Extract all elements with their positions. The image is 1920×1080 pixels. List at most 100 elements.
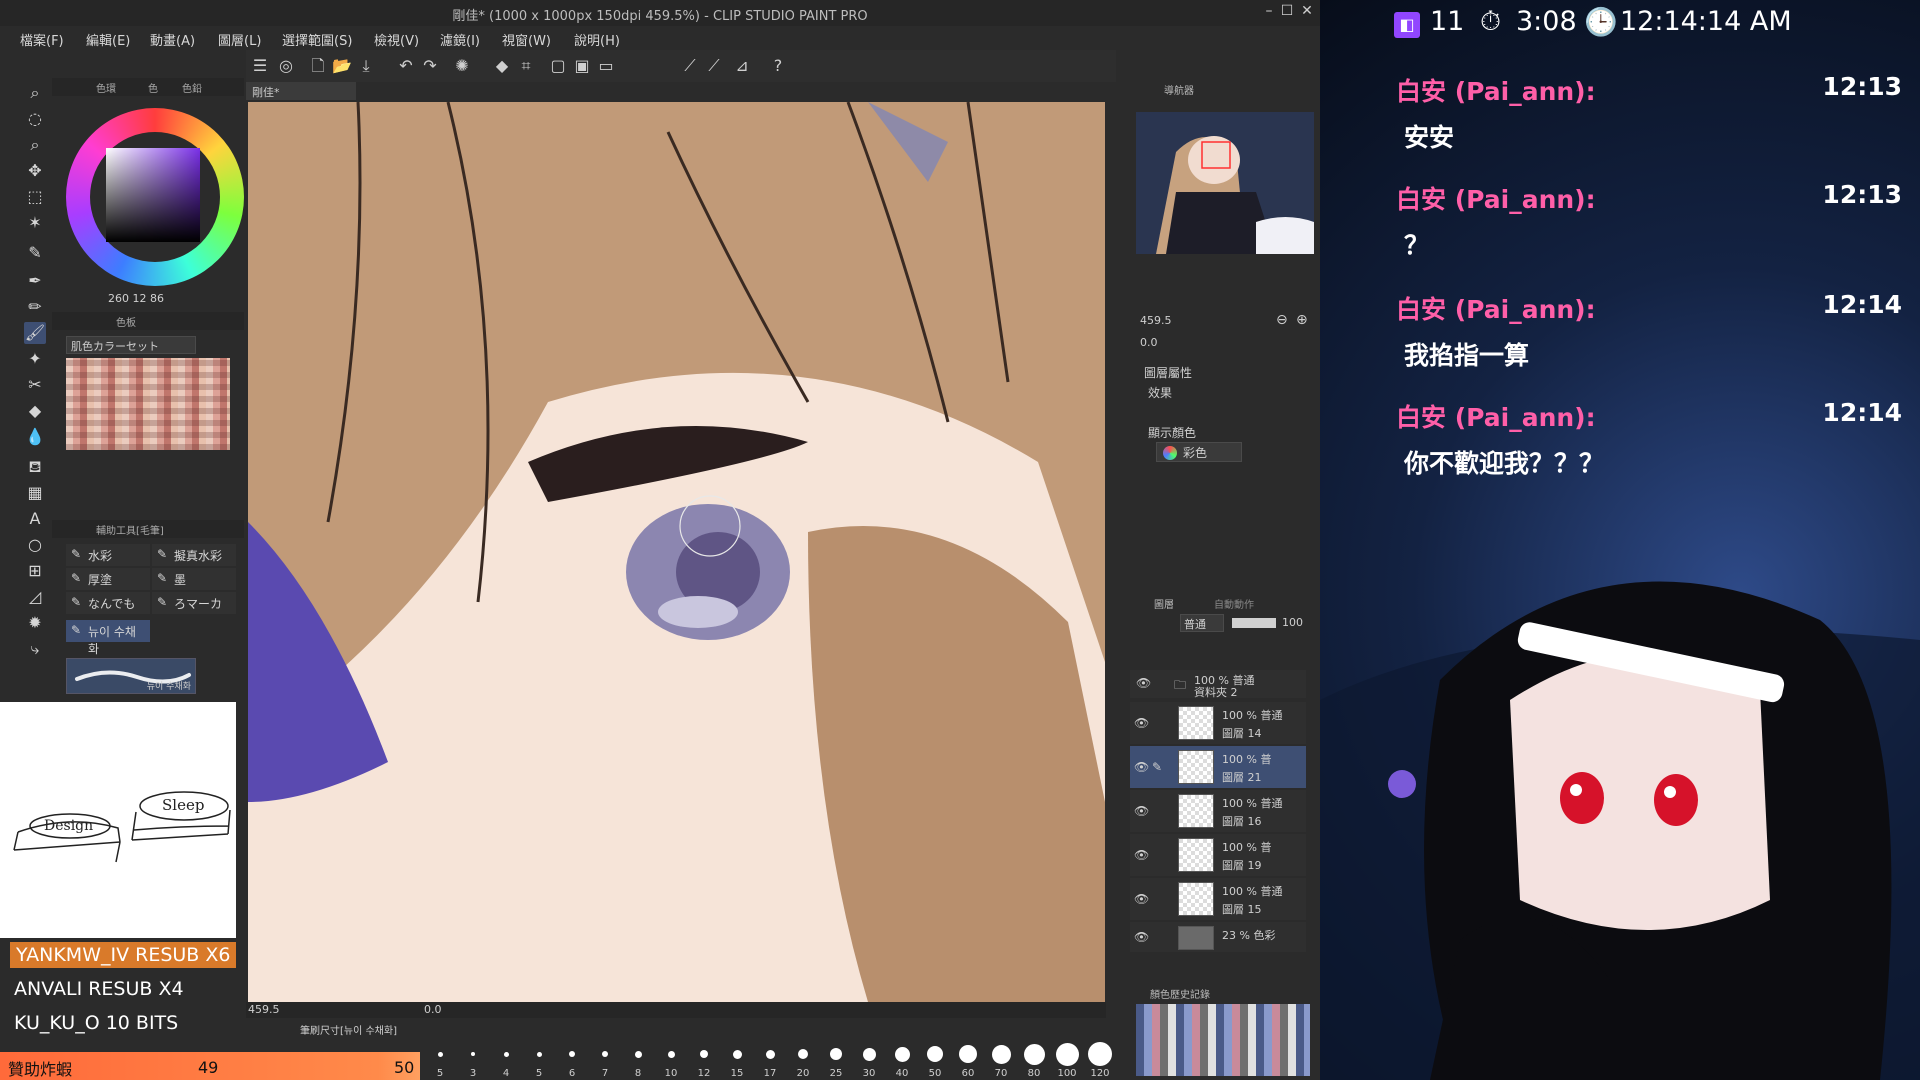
pen-tool-icon[interactable]: ✒ [24, 270, 46, 292]
subtool-ink[interactable]: ✎ 墨 [152, 568, 236, 590]
zoom-in-icon[interactable]: ⊕ [1296, 312, 1308, 328]
gradient-tool-icon[interactable]: ▦ [24, 482, 46, 504]
clip-studio-icon[interactable]: ◎ [276, 56, 296, 76]
menu-animation[interactable]: 動畫(A) [150, 30, 195, 49]
close-icon[interactable]: ✕ [1296, 3, 1318, 23]
redo-icon[interactable]: ↷ [420, 56, 440, 76]
menu-selection[interactable]: 選擇範圍(S) [282, 30, 352, 49]
blend-mode-dropdown[interactable]: 普通 [1180, 614, 1224, 632]
menu-layer[interactable]: 圖層(L) [218, 30, 261, 49]
brush-size-dot[interactable] [667, 1050, 675, 1058]
menu-filter[interactable]: 濾鏡(I) [440, 30, 480, 49]
crop-icon[interactable]: ⌗ [516, 56, 536, 76]
eye-icon[interactable]: 👁 [1136, 676, 1151, 690]
eye-icon[interactable]: 👁 [1134, 930, 1149, 944]
status-zoom[interactable]: 459.5 [248, 1003, 280, 1016]
menu-edit[interactable]: 編輯(E) [86, 30, 130, 49]
menu-file[interactable]: 檔案(F) [20, 30, 64, 49]
border-icon[interactable]: ▭ [596, 56, 616, 76]
subtool-nui-watercolor[interactable]: ✎ 뉴이 수채화 [66, 620, 150, 656]
brush-size-dot[interactable] [798, 1049, 808, 1059]
brush-size-dot[interactable] [732, 1049, 742, 1059]
navigator-zoom[interactable]: 459.5 [1140, 314, 1172, 327]
brush-size-dot[interactable] [959, 1045, 977, 1063]
zoom-out-icon[interactable]: ⊖ [1276, 312, 1288, 328]
menu-view[interactable]: 檢視(V) [374, 30, 419, 49]
fill-icon[interactable]: ◆ [492, 56, 512, 76]
brush-size-dot[interactable] [536, 1051, 542, 1057]
eye-icon[interactable]: 👁 [1134, 760, 1149, 774]
open-file-icon[interactable]: 📂 [332, 56, 352, 76]
subtool-real-watercolor[interactable]: ✎ 擬真水彩 [152, 544, 236, 566]
maximize-icon[interactable]: ☐ [1276, 3, 1298, 23]
selection-tool-icon[interactable]: ⬚ [24, 186, 46, 208]
brush-size-dot[interactable] [862, 1047, 876, 1061]
layer-row-active[interactable]: 👁 ✎ 100 % 普 圖層 21 [1130, 746, 1306, 788]
opacity-value[interactable]: 100 [1282, 616, 1303, 629]
save-icon[interactable]: ⤓ [356, 56, 376, 76]
eye-icon[interactable]: 👁 [1134, 892, 1149, 906]
blend-tool-icon[interactable]: 💧 [24, 426, 46, 448]
brush-size-dot[interactable] [700, 1050, 708, 1058]
brush-size-dot[interactable] [830, 1048, 842, 1060]
canvas-tab[interactable]: 剛佳* [246, 82, 356, 100]
menu-window[interactable]: 視窗(W) [502, 30, 551, 49]
brush-size-dot[interactable] [1055, 1042, 1079, 1066]
display-color-dropdown[interactable]: 彩色 [1156, 442, 1242, 462]
correct-line-icon[interactable]: ✹ [24, 612, 46, 634]
magic-wand-icon[interactable]: ✶ [24, 212, 46, 234]
brush-size-dot[interactable] [634, 1050, 642, 1058]
move-tool-icon[interactable]: ✥ [24, 160, 46, 182]
layer-row[interactable]: 👁 100 % 普通 圖層 15 [1130, 878, 1306, 920]
layer-folder[interactable]: 👁 🗀 100 % 普通 資料夾 2 [1130, 670, 1306, 699]
tab-color-pencil[interactable]: 色鉛 [182, 80, 202, 95]
ruler-tool-icon[interactable]: ◿ [24, 586, 46, 608]
brush-size-dot[interactable] [602, 1051, 608, 1057]
subtool-marker[interactable]: ✎ ろマーカ [152, 592, 236, 614]
layer-row[interactable]: 👁 23 % 色彩 [1130, 922, 1306, 952]
subtool-thick-paint[interactable]: ✎ 厚塗 [66, 568, 150, 590]
frame-tool-icon[interactable]: ⊞ [24, 560, 46, 582]
airbrush-icon[interactable]: ✦ [24, 348, 46, 370]
fill-tool-icon[interactable]: ⛾ [24, 456, 46, 478]
transform-icon[interactable]: ▢ [548, 56, 568, 76]
tab-auto-action[interactable]: 自動動作 [1214, 596, 1254, 611]
brush-size-dot[interactable] [437, 1051, 443, 1057]
loading-icon[interactable]: ✺ [452, 56, 472, 76]
operation-tool-icon[interactable]: ⤷ [24, 638, 46, 660]
status-angle[interactable]: 0.0 [424, 1003, 442, 1016]
brush-size-dot[interactable] [503, 1051, 509, 1057]
hue-ring[interactable] [66, 108, 244, 286]
snap-special-icon[interactable]: ⟋ [704, 56, 724, 76]
figure-tool-icon[interactable]: ○ [24, 534, 46, 556]
object-tool-icon[interactable]: ⌕ [24, 134, 46, 156]
pencil-tool-icon[interactable]: ✏ [24, 296, 46, 318]
navigator-preview[interactable] [1136, 112, 1314, 254]
text-tool-icon[interactable]: A [24, 508, 46, 530]
tab-layer[interactable]: 圖層 [1154, 596, 1174, 611]
snap-grid-icon[interactable]: ⊿ [732, 56, 752, 76]
eye-icon[interactable]: 👁 [1134, 848, 1149, 862]
subtool-anything[interactable]: ✎ なんでも [66, 592, 150, 614]
drawing-canvas[interactable] [248, 102, 1105, 1002]
brush-size-dot[interactable] [471, 1052, 475, 1056]
new-file-icon[interactable]: 🗋 [308, 56, 328, 76]
layer-row[interactable]: 👁 100 % 普通 圖層 14 [1130, 702, 1306, 744]
brush-size-dot[interactable] [894, 1046, 910, 1062]
subtool-watercolor[interactable]: ✎ 水彩 [66, 544, 150, 566]
layer-row[interactable]: 👁 100 % 普 圖層 19 [1130, 834, 1306, 876]
opacity-slider[interactable] [1232, 618, 1276, 628]
brush-size-dot[interactable] [765, 1049, 775, 1059]
eraser-tool-icon[interactable]: ◆ [24, 400, 46, 422]
eye-icon[interactable]: 👁 [1134, 804, 1149, 818]
menu-help[interactable]: 說明(H) [574, 30, 620, 49]
color-set-dropdown[interactable]: 肌色カラーセット [66, 336, 196, 354]
undo-icon[interactable]: ↶ [396, 56, 416, 76]
decoration-tool-icon[interactable]: ✂ [24, 374, 46, 396]
skin-swatches[interactable] [66, 358, 230, 450]
navigator-angle[interactable]: 0.0 [1140, 336, 1158, 349]
brush-size-dot[interactable] [1088, 1042, 1112, 1066]
help-icon[interactable]: ? [768, 56, 788, 76]
brush-size-dot[interactable] [927, 1046, 943, 1062]
brush-size-dot[interactable] [1023, 1043, 1045, 1065]
